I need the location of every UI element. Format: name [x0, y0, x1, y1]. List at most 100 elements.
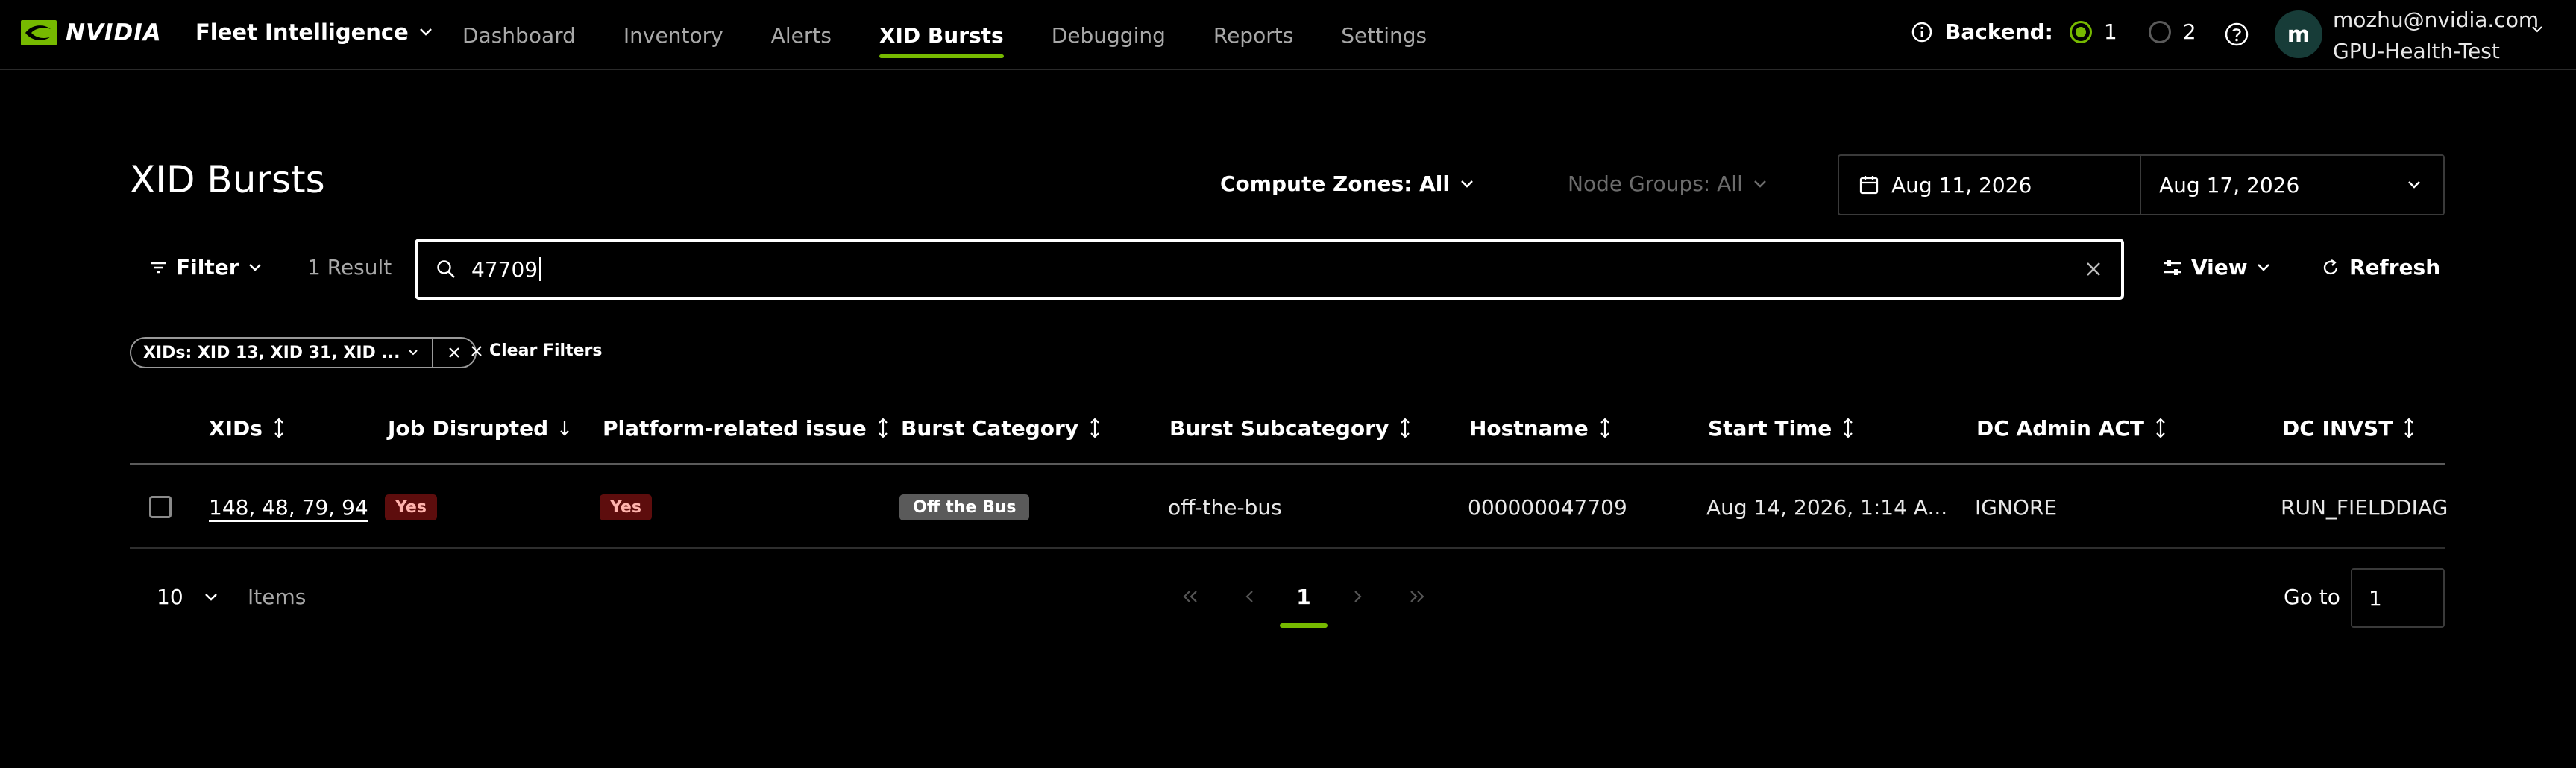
search-icon [437, 260, 455, 278]
arrow-down-icon [560, 421, 569, 436]
help-icon[interactable] [2224, 22, 2249, 47]
sort-icon [1090, 418, 1099, 438]
page-size-value: 10 [157, 585, 183, 609]
refresh-icon [2323, 259, 2338, 274]
chevron-down-icon [2408, 181, 2420, 189]
chevron-down-icon[interactable] [2531, 25, 2543, 33]
backend-option-1-label: 1 [2103, 19, 2117, 44]
column-header-dc-admin-act[interactable]: DC Admin ACT [1976, 391, 2167, 465]
app-name: Fleet Intelligence [195, 19, 409, 45]
cell-burst-subcategory: off-the-bus [1168, 494, 1282, 520]
first-page-button[interactable] [1160, 574, 1220, 619]
chevron-down-icon [2257, 263, 2269, 271]
compute-zones-dropdown[interactable]: Compute Zones: All [1220, 171, 1474, 196]
calendar-icon [1859, 176, 1879, 195]
table-row[interactable]: 148, 48, 79, 94 Yes Yes Off the Bus off-… [130, 465, 2448, 549]
text-cursor [539, 257, 541, 281]
view-button[interactable]: View [2163, 255, 2270, 280]
cell-xids: 148, 48, 79, 94 [209, 465, 368, 549]
backend-radio-1[interactable] [2069, 20, 2092, 43]
app-switcher[interactable]: Fleet Intelligence [195, 19, 433, 45]
nav-link-settings[interactable]: Settings [1341, 0, 1427, 70]
column-header-hostname[interactable]: Hostname [1469, 391, 1611, 465]
chevron-down-icon [1461, 180, 1473, 188]
column-header-burst-subcategory[interactable]: Burst Subcategory [1169, 391, 1411, 465]
start-date-field[interactable]: Aug 11, 2026 [1839, 156, 2141, 214]
cell-burst-category: Off the Bus [899, 465, 1030, 549]
chevron-down-icon [248, 263, 261, 271]
filter-button[interactable]: Filter [149, 255, 262, 280]
backend-option-2-label: 2 [2182, 19, 2196, 44]
nav-link-alerts[interactable]: Alerts [771, 0, 832, 70]
prev-page-button[interactable] [1220, 574, 1280, 619]
remove-filter-button[interactable] [433, 339, 475, 367]
date-range-picker: Aug 11, 2026 Aug 17, 2026 [1838, 154, 2445, 215]
close-icon [471, 345, 482, 356]
job-disrupted-badge: Yes [385, 494, 437, 520]
column-header-start-time[interactable]: Start Time [1708, 391, 1854, 465]
goto-page-input[interactable] [2351, 568, 2445, 628]
user-org: GPU-Health-Test [2333, 39, 2500, 63]
view-label: View [2191, 255, 2248, 280]
sort-icon [274, 418, 283, 438]
nav-link-debugging[interactable]: Debugging [1052, 0, 1166, 70]
column-label: Platform-related issue [603, 415, 867, 441]
column-label: Job Disrupted [388, 415, 549, 441]
page-size-select[interactable]: 10 [157, 585, 218, 609]
top-navigation-bar: NVIDIA Fleet Intelligence Dashboard Inve… [0, 0, 2576, 70]
column-label: Burst Category [901, 415, 1079, 441]
chevrons-left-icon [1183, 591, 1197, 602]
chevron-down-icon [419, 28, 432, 36]
column-header-dc-invst[interactable]: DC INVST [2282, 391, 2415, 465]
end-date-value: Aug 17, 2026 [2159, 172, 2300, 198]
brand-name: NVIDIA [66, 19, 162, 46]
sort-icon [878, 418, 888, 438]
column-header-xids[interactable]: XIDs [209, 391, 285, 465]
sliders-icon [2164, 259, 2181, 275]
next-page-button[interactable] [1328, 574, 1387, 619]
column-header-burst-category[interactable]: Burst Category [901, 391, 1101, 465]
search-box[interactable]: 47709 [415, 239, 2124, 300]
main-nav: Dashboard Inventory Alerts XID Bursts De… [462, 0, 1474, 70]
page-number-current[interactable]: 1 [1280, 574, 1328, 628]
chevron-down-icon [1753, 180, 1766, 188]
avatar[interactable]: m [2275, 10, 2322, 58]
column-header-platform-issue[interactable]: Platform-related issue [603, 391, 889, 465]
xid-filter-chip-label: XIDs: XID 13, XID 31, XID ... [143, 343, 400, 362]
nvidia-logo[interactable]: NVIDIA [21, 19, 162, 46]
node-groups-dropdown[interactable]: Node Groups: All [1568, 171, 1767, 196]
row-select-checkbox[interactable] [149, 496, 172, 518]
platform-issue-badge: Yes [600, 494, 652, 520]
cell-hostname: 000000047709 [1468, 494, 1627, 520]
column-label: Burst Subcategory [1169, 415, 1389, 441]
cell-platform-issue: Yes [600, 465, 652, 549]
user-menu[interactable]: mozhu@nvidia.com GPU-Health-Test [2333, 4, 2539, 67]
xid-bursts-table: XIDs Job Disrupted Platform-related issu… [130, 391, 2448, 549]
nav-link-xid-bursts[interactable]: XID Bursts [879, 0, 1004, 70]
nav-link-inventory[interactable]: Inventory [623, 0, 723, 70]
clear-filters-button[interactable]: Clear Filters [470, 341, 602, 360]
refresh-button[interactable]: Refresh [2321, 255, 2440, 280]
xid-filter-chip-dropdown[interactable]: XIDs: XID 13, XID 31, XID ... [131, 339, 433, 367]
table-header: XIDs Job Disrupted Platform-related issu… [130, 391, 2445, 465]
clear-search-icon[interactable] [2084, 259, 2103, 279]
node-groups-label: Node Groups: All [1568, 171, 1743, 196]
end-date-field[interactable]: Aug 17, 2026 [2141, 156, 2443, 214]
filter-label: Filter [176, 255, 239, 280]
last-page-button[interactable] [1387, 574, 1447, 619]
nav-link-reports[interactable]: Reports [1213, 0, 1293, 70]
user-email: mozhu@nvidia.com [2333, 7, 2539, 32]
page-title: XID Bursts [130, 158, 325, 201]
column-header-job-disrupted[interactable]: Job Disrupted [388, 391, 571, 465]
info-icon[interactable] [1911, 21, 1933, 43]
cell-start-time: Aug 14, 2026, 1:14 A... [1706, 494, 1948, 520]
xids-link[interactable]: 148, 48, 79, 94 [209, 495, 368, 520]
sort-icon [1844, 418, 1853, 438]
chevron-right-icon [1354, 591, 1362, 602]
search-input[interactable]: 47709 [471, 257, 538, 282]
xid-filter-chip: XIDs: XID 13, XID 31, XID ... [130, 337, 477, 368]
nav-link-dashboard[interactable]: Dashboard [462, 0, 576, 70]
result-count: 1 Result [307, 255, 392, 280]
backend-radio-2[interactable] [2148, 20, 2171, 43]
page-navigation: 1 [1160, 574, 1447, 628]
